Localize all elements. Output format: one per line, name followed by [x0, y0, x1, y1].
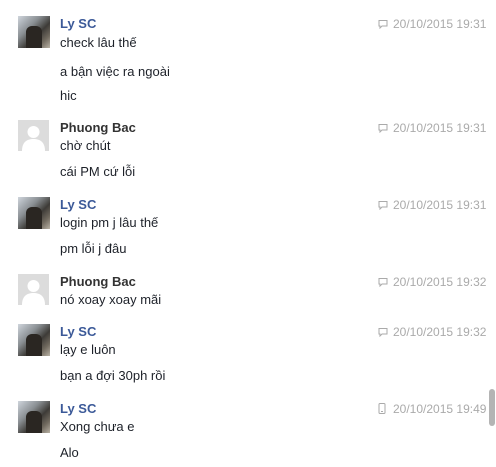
message-text: a bận việc ra ngoài — [60, 64, 170, 79]
message-text: bạn a đợi 30ph rồi — [60, 368, 166, 383]
message-group: Ly SC 20/10/2015 19:31 check lâu thế a b… — [0, 15, 488, 107]
avatar[interactable] — [18, 274, 49, 305]
message-text: hic — [60, 88, 77, 103]
message-group: Ly SC 20/10/2015 19:32 lạy e luôn bạn a … — [0, 323, 488, 389]
chat-bubble-icon — [378, 276, 390, 290]
message-text: login pm j lâu thế — [60, 215, 159, 230]
timestamp: 20/10/2015 19:31 — [393, 17, 487, 31]
message-text: Xong chưa e — [60, 419, 135, 434]
sender-name[interactable]: Ly SC — [60, 324, 96, 340]
avatar[interactable] — [18, 120, 49, 151]
chat-bubble-icon — [378, 199, 390, 213]
default-user-silhouette-icon — [18, 274, 49, 305]
scrollbar-thumb[interactable] — [489, 389, 495, 426]
message-text: chờ chút — [60, 138, 111, 153]
message-text: nó xoay xoay mãi — [60, 292, 162, 307]
sender-name[interactable]: Phuong Bac — [60, 274, 136, 290]
sender-name[interactable]: Phuong Bac — [60, 120, 136, 136]
avatar[interactable] — [18, 16, 50, 48]
message-text: pm lỗi j đâu — [60, 241, 127, 256]
chat-history: Ly SC 20/10/2015 19:31 check lâu thế a b… — [0, 0, 488, 467]
message-group: Ly SC 20/10/2015 19:49 Xong chưa e Alo — [0, 400, 488, 466]
sender-name[interactable]: Ly SC — [60, 16, 96, 32]
message-meta: 20/10/2015 19:31 — [378, 198, 486, 213]
default-user-silhouette-icon — [18, 120, 49, 151]
message-group: Phuong Bac 20/10/2015 19:32 nó xoay xoay… — [0, 273, 488, 313]
message-text: check lâu thế — [60, 35, 137, 50]
message-text: Alo — [60, 445, 79, 460]
avatar[interactable] — [18, 324, 50, 356]
message-group: Phuong Bac 20/10/2015 19:31 chờ chút cái… — [0, 119, 488, 185]
message-meta: 20/10/2015 19:32 — [378, 325, 486, 340]
chat-bubble-icon — [378, 18, 390, 32]
timestamp: 20/10/2015 19:32 — [393, 275, 487, 289]
chat-bubble-icon — [378, 326, 390, 340]
vertical-scrollbar[interactable] — [488, 0, 496, 467]
message-meta: 20/10/2015 19:31 — [378, 121, 486, 136]
message-text: cái PM cứ lỗi — [60, 164, 136, 179]
timestamp: 20/10/2015 19:49 — [393, 402, 487, 416]
message-group: Ly SC 20/10/2015 19:31 login pm j lâu th… — [0, 196, 488, 262]
message-meta: 20/10/2015 19:32 — [378, 275, 486, 290]
message-meta: 20/10/2015 19:49 — [378, 402, 486, 417]
sender-name[interactable]: Ly SC — [60, 197, 96, 213]
mobile-phone-icon — [378, 403, 390, 417]
chat-bubble-icon — [378, 122, 390, 136]
message-meta: 20/10/2015 19:31 — [378, 17, 486, 32]
sender-name[interactable]: Ly SC — [60, 401, 96, 417]
message-text: lạy e luôn — [60, 342, 116, 357]
avatar[interactable] — [18, 197, 50, 229]
timestamp: 20/10/2015 19:31 — [393, 121, 487, 135]
avatar[interactable] — [18, 401, 50, 433]
timestamp: 20/10/2015 19:32 — [393, 325, 487, 339]
timestamp: 20/10/2015 19:31 — [393, 198, 487, 212]
